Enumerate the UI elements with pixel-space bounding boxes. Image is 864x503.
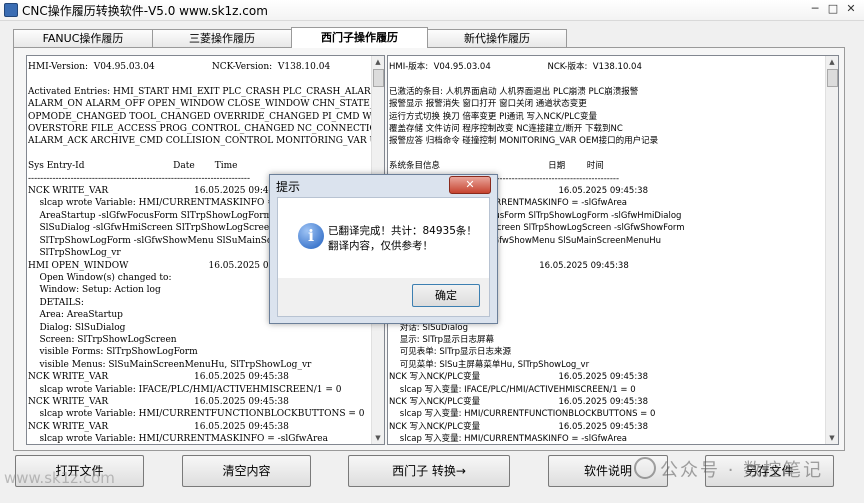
log-line: OVERSTORE FILE_ACCESS PROG_CONTROL_CHANG… xyxy=(28,124,385,135)
scroll-thumb[interactable] xyxy=(827,69,838,87)
log-line: Sys Entry-Id Date Time xyxy=(28,161,238,172)
log-line: slcap wrote Variable: HMI/CURRENTFUNCTIO… xyxy=(28,409,365,420)
log-line: 可见菜单: SlSu主屏幕菜单Hu, SlTrpShowLog_vr xyxy=(389,359,590,370)
scroll-down-arrow-icon[interactable]: ▼ xyxy=(372,432,384,444)
log-line: OPMODE_CHANGED TOOL_CHANGED OVERRIDE_CHA… xyxy=(28,111,385,122)
title-bar: CNC操作履历转换软件-V5.0 www.sk1z.com ─ □ ✕ xyxy=(0,0,864,21)
log-line: NCK WRITE_VAR 16.05.2025 09:45:38 xyxy=(28,421,289,432)
dialog-message-line1: 已翻译完成！共计：84935条！ xyxy=(328,225,477,237)
scroll-up-arrow-icon[interactable]: ▲ xyxy=(372,56,384,68)
tab-syntec[interactable]: 新代操作履历 xyxy=(427,29,567,47)
log-line: HMI-版本: V04.95.03.04 NCK-版本: V138.10.04 xyxy=(389,62,642,72)
tab-strip: FANUC操作履历 三菱操作履历 西门子操作履历 新代操作履历 xyxy=(13,27,843,48)
log-line: Activated Entries: HMI_START HMI_EXIT PL… xyxy=(28,86,380,97)
tab-siemens[interactable]: 西门子操作履历 xyxy=(291,27,428,48)
log-line: NCK WRITE_VAR 16.05.2025 09:45:38 xyxy=(28,372,289,383)
app-icon xyxy=(4,3,18,17)
log-line: 覆盖存储 文件访问 程序控制改变 NC连接建立/断开 下载到NC xyxy=(389,124,623,135)
log-line: NCK 写入NCK/PLC变量 16.05.2025 09:45:38 xyxy=(389,372,648,383)
info-icon: i xyxy=(298,223,324,249)
log-line: 系统条目信息 日期 时间 xyxy=(389,161,604,172)
log-line: slcap 写入变量: HMI/CURRENTFUNCTIONBLOCKBUTT… xyxy=(389,409,656,420)
log-line: 报警显示 报警消失 窗口打开 窗口关闭 通道状态变更 xyxy=(389,99,587,110)
log-line: visible Menus: SlSuMainScreenMenuHu, SlT… xyxy=(28,359,312,370)
site-watermark: www.sk1z.com xyxy=(4,469,115,487)
translated-scrollbar[interactable]: ▲ ▼ xyxy=(825,56,838,444)
log-line: Screen: SlTrpShowLogScreen xyxy=(28,334,177,345)
log-line: HMI-Version: V04.95.03.04 NCK-Version: V… xyxy=(28,62,331,72)
clear-content-button[interactable]: 清空内容 xyxy=(182,455,311,487)
wechat-icon xyxy=(634,457,656,479)
dialog-close-button[interactable]: ✕ xyxy=(449,176,491,194)
tab-mitsubishi[interactable]: 三菱操作履历 xyxy=(152,29,292,47)
account-watermark: 公众号 · 数控笔记 xyxy=(634,456,823,482)
close-button[interactable]: ✕ xyxy=(844,2,858,16)
account-watermark-text: 公众号 · 数控笔记 xyxy=(660,460,824,481)
log-line: 可见表单: SlTrp显示日志来源 xyxy=(389,347,511,358)
log-line: slcap wrote Variable: IFACE/PLC/HMI/ACTI… xyxy=(28,384,342,395)
scroll-thumb[interactable] xyxy=(373,69,384,87)
maximize-button[interactable]: □ xyxy=(826,2,840,16)
dialog-title: 提示 xyxy=(276,180,301,194)
log-line: ALARM_ACK ARCHIVE_CMD COLLISION_CONTROL … xyxy=(28,136,385,147)
log-line: 报警应答 归档命令 碰撞控制 MONITORING_VAR OEM接口的用户记录 xyxy=(389,136,659,147)
log-line: slcap 写入变量: IFACE/PLC/HMI/ACTIVEHMISCREE… xyxy=(389,384,636,395)
log-line: 已激活的条目: 人机界面启动 人机界面退出 PLC崩溃 PLC崩溃报警 xyxy=(389,86,639,97)
scroll-up-arrow-icon[interactable]: ▲ xyxy=(826,56,838,68)
tab-fanuc[interactable]: FANUC操作履历 xyxy=(13,29,153,47)
log-line: NCK WRITE_VAR 16.05.2025 09:45:38 xyxy=(28,396,289,407)
minimize-button[interactable]: ─ xyxy=(808,2,822,16)
window-title: CNC操作履历转换软件-V5.0 www.sk1z.com xyxy=(22,4,268,18)
log-line: ALARM_ON ALARM_OFF OPEN_WINDOW CLOSE_WIN… xyxy=(28,99,385,110)
log-line: NCK 写入NCK/PLC变量 16.05.2025 09:45:38 xyxy=(389,421,648,432)
log-line: slcap 写入变量: HMI/CURRENTMASKINFO = -slGfw… xyxy=(389,434,628,445)
dialog-ok-button[interactable]: 确定 xyxy=(412,284,480,307)
log-line: 显示: SlTrp显示日志屏幕 xyxy=(389,334,494,345)
dialog-body: i 已翻译完成！共计：84935条！ 翻译内容，仅供参考！ 确定 xyxy=(277,197,490,317)
log-line: 运行方式切换 换刀 倍率变更 PI通讯 写入NCK/PLC变量 xyxy=(389,111,597,122)
siemens-convert-button[interactable]: 西门子 转换→ xyxy=(348,455,510,487)
message-dialog: 提示 ✕ i 已翻译完成！共计：84935条！ 翻译内容，仅供参考！ 确定 xyxy=(269,174,498,324)
scroll-down-arrow-icon[interactable]: ▼ xyxy=(826,432,838,444)
log-line: slcap wrote Variable: HMI/CURRENTMASKINF… xyxy=(28,434,328,445)
log-line: visible Forms: SlTrpShowLogForm xyxy=(28,347,198,358)
dialog-message-line2: 翻译内容，仅供参考！ xyxy=(328,240,433,252)
log-line: NCK 写入NCK/PLC变量 16.05.2025 09:45:38 xyxy=(389,396,648,407)
